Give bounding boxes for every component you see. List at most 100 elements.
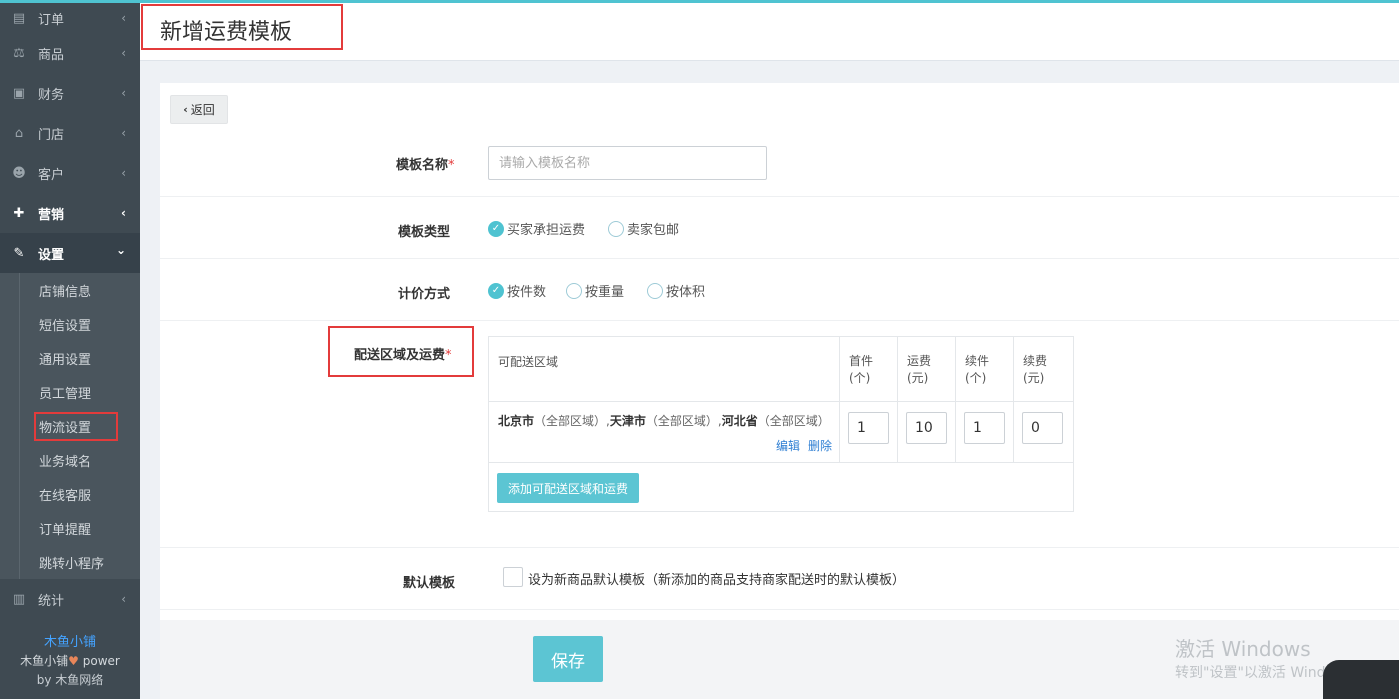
area-scope: （全部区域） bbox=[757, 414, 830, 428]
sidebar-item-label: 设置 bbox=[38, 247, 65, 263]
radio-by-count[interactable]: ✓ 按件数 bbox=[488, 281, 546, 300]
template-type-label: 模板类型 bbox=[398, 225, 451, 240]
header-next-fee: 续费 (元) bbox=[1014, 337, 1073, 401]
submenu-label: 物流设置 bbox=[33, 411, 119, 441]
check-icon: ✓ bbox=[488, 282, 504, 299]
radio-by-weight[interactable]: 按重量 bbox=[566, 281, 624, 300]
radio-buyer-pays[interactable]: ✓ 买家承担运费 bbox=[488, 219, 585, 238]
submenu-label: 店铺信息 bbox=[39, 284, 92, 300]
radio-empty-icon bbox=[647, 282, 663, 299]
header-first: 首件 (个) bbox=[840, 337, 898, 401]
first-count-input[interactable] bbox=[848, 412, 889, 444]
area-scope: （全部区域）, bbox=[534, 414, 610, 428]
delete-link[interactable]: 删除 bbox=[808, 439, 832, 453]
next-fee-input[interactable] bbox=[1022, 412, 1063, 444]
submenu-label: 跳转小程序 bbox=[39, 556, 105, 572]
header-unit: (元) bbox=[1023, 371, 1045, 385]
sidebar-item-settings[interactable]: ✎ 设置 ⌄ bbox=[0, 233, 140, 273]
sidebar-item-label: 订单 bbox=[38, 12, 65, 28]
submenu-item-general[interactable]: 通用设置 bbox=[0, 341, 140, 375]
users-icon: ☻ bbox=[12, 165, 26, 181]
next-count-input[interactable] bbox=[964, 412, 1005, 444]
shipping-table-header: 可配送区域 首件 (个) 运费 (元) 续件 (个) 续费 (元) bbox=[489, 337, 1073, 402]
shipping-area-label: 配送区域及运费* bbox=[354, 344, 452, 363]
sidebar-item-stats[interactable]: ▥ 统计 ‹ bbox=[0, 579, 140, 619]
sidebar-item-marketing[interactable]: ✚ 营销 ‹ bbox=[0, 193, 140, 233]
scale-icon: ⚖ bbox=[13, 45, 25, 61]
label-text: 模板名称 bbox=[396, 158, 449, 173]
table-row: 北京市（全部区域）,天津市（全部区域）,河北省（全部区域） 编辑 删除 bbox=[489, 402, 1073, 463]
sidebar-item-products[interactable]: ⚖ 商品 ‹ bbox=[0, 33, 140, 73]
label-text: 配送区域及运费 bbox=[354, 348, 446, 363]
fee-cell bbox=[898, 402, 956, 462]
header-text: 续件 bbox=[965, 354, 990, 368]
fee-input[interactable] bbox=[906, 412, 947, 444]
radio-label: 卖家包邮 bbox=[627, 223, 680, 238]
submenu-item-order-reminder[interactable]: 订单提醒 bbox=[0, 511, 140, 545]
submenu-item-logistics[interactable]: 物流设置 bbox=[0, 409, 140, 443]
header-next: 续件 (个) bbox=[956, 337, 1014, 401]
radio-seller-pays[interactable]: 卖家包邮 bbox=[608, 219, 679, 238]
page-header: 新增运费模板 bbox=[140, 3, 1399, 61]
power-line: 木鱼小铺♥ power bbox=[0, 652, 140, 671]
submenu-label: 业务域名 bbox=[39, 454, 92, 470]
sidebar-item-label: 统计 bbox=[38, 593, 65, 609]
chart-icon: ▥ bbox=[12, 591, 26, 607]
chevron-left-icon: ‹ bbox=[121, 592, 126, 606]
submenu-item-support[interactable]: 在线客服 bbox=[0, 477, 140, 511]
shipping-table-footer: 添加可配送区域和运费 bbox=[489, 463, 1073, 511]
header-unit: (个) bbox=[849, 371, 871, 385]
power-suffix: power bbox=[78, 654, 120, 668]
form-card: ‹ 返回 模板名称* 模板类型 ✓买家承担运费 卖家包邮 计价方式 ✓按件数 按… bbox=[160, 83, 1399, 699]
edit-link[interactable]: 编辑 bbox=[776, 439, 800, 453]
chevron-left-icon: ‹ bbox=[121, 11, 126, 25]
shipping-table: 可配送区域 首件 (个) 运费 (元) 续件 (个) 续费 (元) 北京市（全部区域）,… bbox=[488, 336, 1074, 512]
sidebar-item-stores[interactable]: ⌂ 门店 ‹ bbox=[0, 113, 140, 153]
required-mark: * bbox=[445, 348, 452, 363]
header-text: 续费 bbox=[1023, 354, 1048, 368]
sidebar-item-finance[interactable]: ▣ 财务 ‹ bbox=[0, 73, 140, 113]
add-area-button[interactable]: 添加可配送区域和运费 bbox=[497, 473, 639, 503]
submenu-label: 在线客服 bbox=[39, 488, 92, 504]
by-line: by 木鱼网络 bbox=[0, 671, 140, 690]
header-area: 可配送区域 bbox=[489, 337, 840, 401]
row-template-type: 模板类型 ✓ 买家承担运费 卖家包邮 bbox=[160, 197, 1399, 259]
chevron-left-icon: ‹ bbox=[121, 86, 126, 100]
save-button[interactable]: 保存 bbox=[533, 636, 603, 682]
header-text: 运费 bbox=[907, 354, 932, 368]
default-template-checkbox-label: 设为新商品默认模板（新添加的商品支持商家配送时的默认模板） bbox=[528, 573, 906, 588]
row-template-name: 模板名称* bbox=[160, 83, 1399, 197]
chevron-left-icon: ‹ bbox=[121, 126, 126, 140]
required-mark: * bbox=[448, 158, 455, 173]
submenu-item-miniprogram[interactable]: 跳转小程序 bbox=[0, 545, 140, 579]
header-unit: (元) bbox=[907, 371, 929, 385]
sidebar-item-orders[interactable]: ▤ 订单 ‹ bbox=[0, 3, 140, 33]
sidebar-item-label: 门店 bbox=[38, 127, 65, 143]
submenu-label: 通用设置 bbox=[39, 352, 92, 368]
header-unit: (个) bbox=[965, 371, 987, 385]
row-pricing: 计价方式 ✓ 按件数 按重量 按体积 bbox=[160, 259, 1399, 321]
area-text: 北京市（全部区域）,天津市（全部区域）,河北省（全部区域） bbox=[498, 408, 839, 429]
submenu-item-domain[interactable]: 业务域名 bbox=[0, 443, 140, 477]
sidebar-item-customers[interactable]: ☻ 客户 ‹ bbox=[0, 153, 140, 193]
area-city: 河北省 bbox=[721, 414, 758, 428]
radio-empty-icon bbox=[608, 220, 624, 237]
by-name: 木鱼网络 bbox=[55, 673, 104, 687]
power-prefix: 木鱼小铺 bbox=[20, 654, 69, 668]
system-tray bbox=[1323, 660, 1399, 699]
chevron-left-icon: ‹ bbox=[121, 46, 126, 60]
submenu-item-sms[interactable]: 短信设置 bbox=[0, 307, 140, 341]
radio-by-volume[interactable]: 按体积 bbox=[647, 281, 705, 300]
check-icon: ✓ bbox=[488, 220, 504, 237]
radio-empty-icon bbox=[566, 282, 582, 299]
area-actions: 编辑 删除 bbox=[768, 437, 832, 454]
area-city: 天津市 bbox=[609, 414, 646, 428]
page-title: 新增运费模板 bbox=[141, 4, 343, 50]
heart-icon: ♥ bbox=[68, 654, 79, 668]
template-name-input[interactable] bbox=[488, 146, 767, 180]
wrench-icon: ✎ bbox=[13, 245, 25, 261]
submenu-item-staff[interactable]: 员工管理 bbox=[0, 375, 140, 409]
default-template-checkbox[interactable] bbox=[503, 567, 523, 587]
next-fee-cell bbox=[1014, 402, 1073, 462]
submenu-item-shop-info[interactable]: 店铺信息 bbox=[0, 273, 140, 307]
